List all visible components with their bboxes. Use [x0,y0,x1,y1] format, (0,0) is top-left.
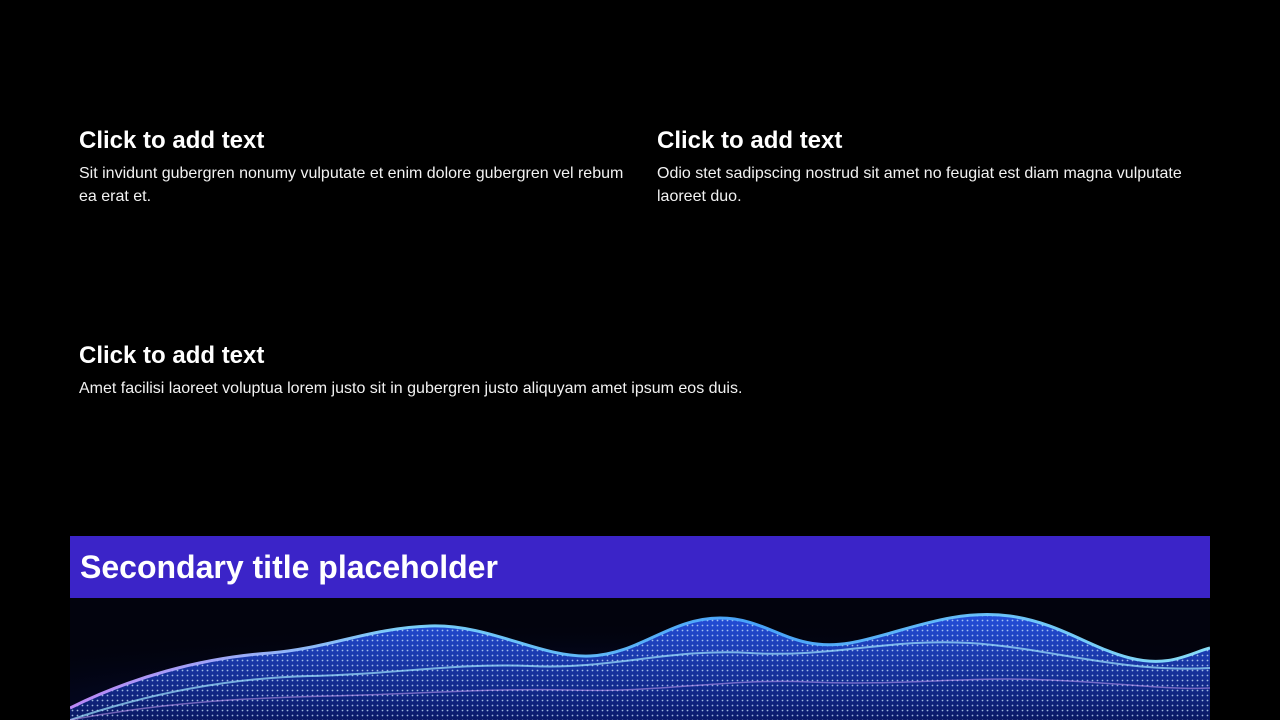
text-block-body[interactable]: Amet facilisi laoreet voluptua lorem jus… [79,377,1079,400]
text-block-body[interactable]: Odio stet sadipscing nostrud sit amet no… [657,162,1217,208]
secondary-title-banner[interactable]: Secondary title placeholder [70,536,1210,598]
text-block-heading[interactable]: Click to add text [657,126,1217,156]
wave-background-image [70,598,1210,720]
text-block-1[interactable]: Click to add text Sit invidunt gubergren… [79,126,639,208]
text-block-heading[interactable]: Click to add text [79,341,1079,371]
text-block-3[interactable]: Click to add text Amet facilisi laoreet … [79,341,1079,400]
slide-canvas: Click to add text Sit invidunt gubergren… [0,0,1280,720]
text-block-body[interactable]: Sit invidunt gubergren nonumy vulputate … [79,162,639,208]
digital-wave-graphic [70,598,1210,720]
text-block-2[interactable]: Click to add text Odio stet sadipscing n… [657,126,1217,208]
secondary-title[interactable]: Secondary title placeholder [80,549,498,586]
text-block-heading[interactable]: Click to add text [79,126,639,156]
